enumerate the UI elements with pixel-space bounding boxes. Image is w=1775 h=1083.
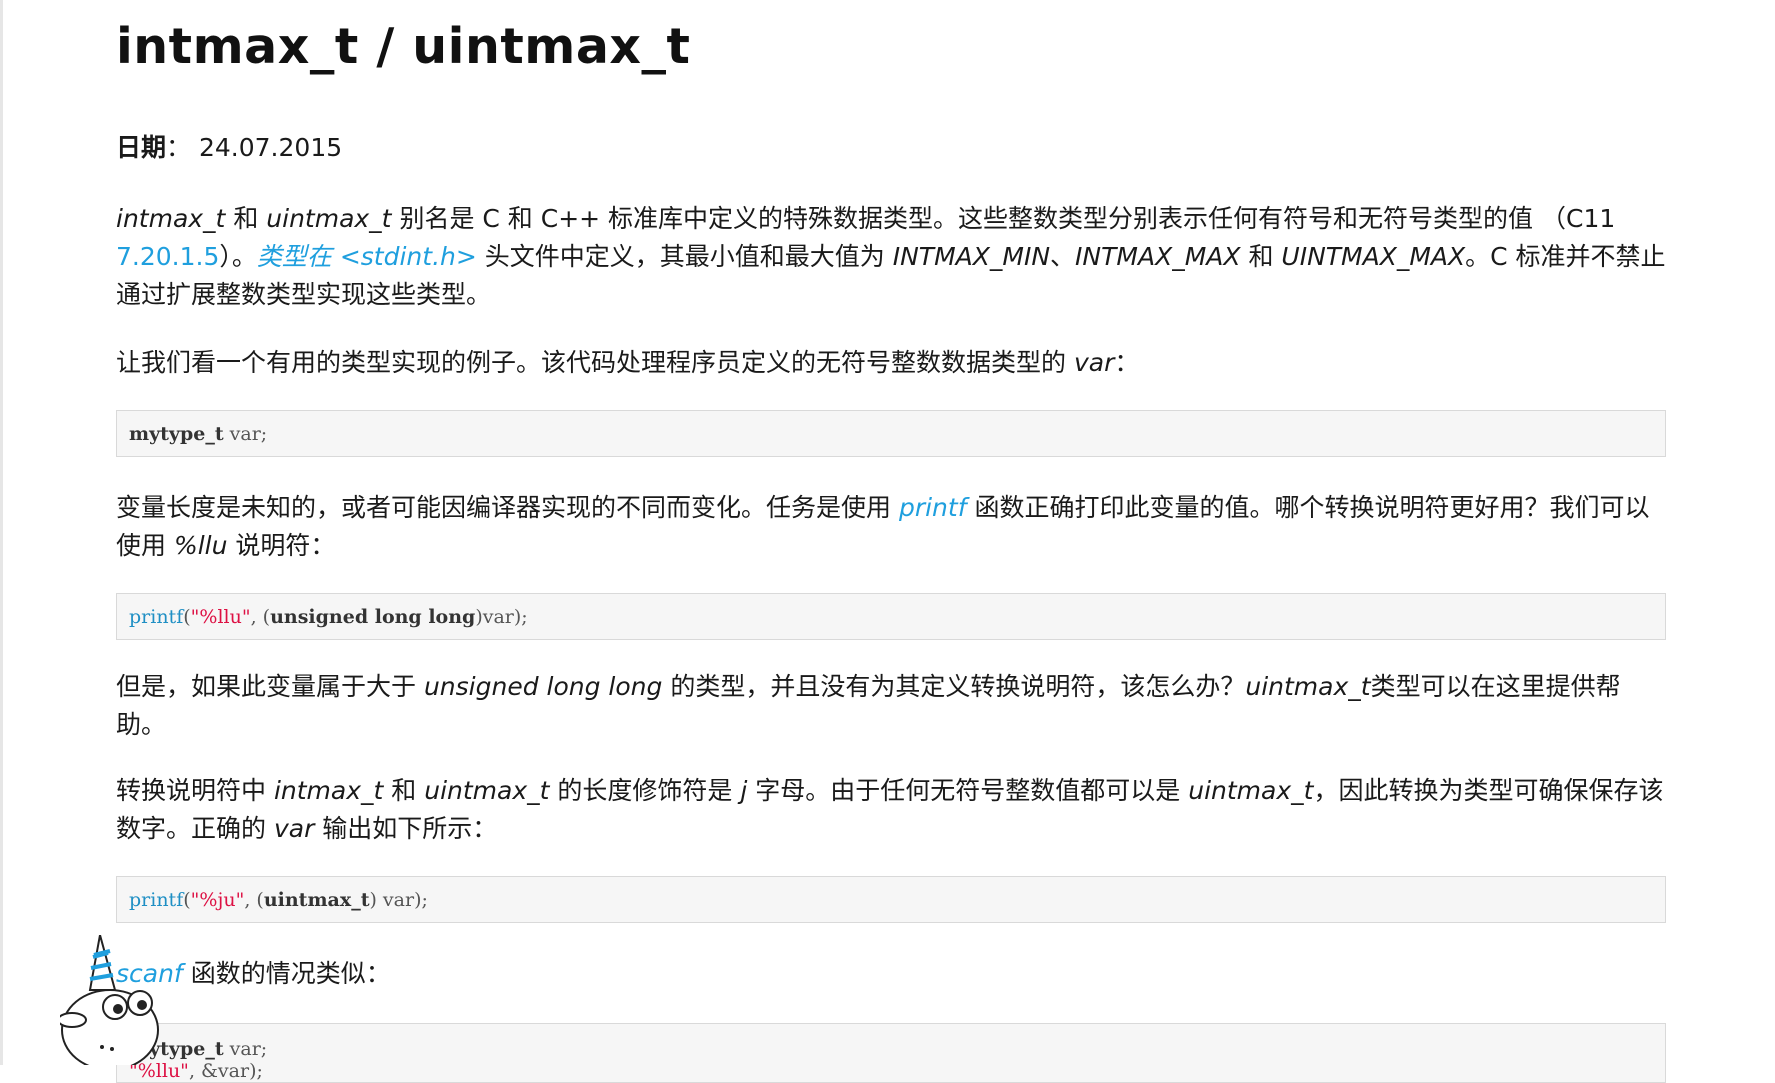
date-sep: ：: [166, 133, 192, 162]
code-text: var;: [223, 423, 268, 445]
left-border: [0, 0, 3, 1065]
code-line-1: mytype_t var;: [129, 1038, 1653, 1060]
term-intmax-max: INTMAX_MAX: [1075, 242, 1241, 271]
paragraph-example: 让我们看一个有用的类型实现的例子。该代码处理程序员定义的无符号整数数据类型的 v…: [116, 344, 1666, 382]
stdint-link[interactable]: 类型在 <stdint.h>: [257, 242, 477, 271]
paragraph-intro: intmax_t 和 uintmax_t 别名是 C 和 C++ 标准库中定义的…: [116, 200, 1666, 314]
text: 字母。由于任何无符号整数值都可以是: [747, 776, 1189, 805]
text: 的类型，并且没有为其定义转换说明符，该怎么办？: [662, 672, 1246, 701]
term-var: var: [1073, 348, 1115, 377]
code-keyword: uintmax_t: [263, 889, 370, 911]
term-intmax: intmax_t: [273, 776, 384, 805]
code-block-2: printf("%llu", (unsigned long long)var);: [116, 593, 1666, 640]
text: ）。: [219, 242, 257, 271]
term-uintmax: uintmax_t: [266, 204, 392, 233]
code-string: "%llu": [190, 606, 251, 628]
term-uintmax: uintmax_t: [1245, 672, 1371, 701]
unicorn-mascot-icon: [57, 934, 159, 1071]
page-title: intmax_t / uintmax_t: [116, 18, 691, 75]
code-string: "%ju": [190, 889, 245, 911]
code-text: , (: [244, 889, 264, 911]
printf-link[interactable]: printf: [899, 493, 967, 522]
code-block-1: mytype_t var;: [116, 410, 1666, 457]
text: 和: [1240, 242, 1282, 271]
date-value: 24.07.2015: [198, 133, 343, 162]
c11-reference-link[interactable]: 7.20.1.5: [116, 242, 219, 271]
article: intmax_t / uintmax_t 日期： 24.07.2015 intm…: [116, 0, 1666, 1083]
text: 让我们看一个有用的类型实现的例子。该代码处理程序员定义的无符号整数数据类型的: [116, 348, 1074, 377]
text: 、: [1050, 242, 1076, 271]
unicorn-mascot-icon[interactable]: [57, 934, 190, 1071]
paragraph-but: 但是，如果此变量属于大于 unsigned long long 的类型，并且没有…: [116, 668, 1666, 744]
term-var: var: [273, 814, 315, 843]
paragraph-printf: 变量长度是未知的，或者可能因编译器实现的不同而变化。任务是使用 printf 函…: [116, 489, 1666, 565]
text: 输出如下所示：: [314, 814, 498, 843]
term-intmax-min: INTMAX_MIN: [892, 242, 1051, 271]
code-text: , &var);: [188, 1060, 263, 1082]
code-keyword: mytype_t: [129, 423, 224, 445]
text: 的长度修饰符是: [549, 776, 741, 805]
text: 函数的情况类似：: [182, 959, 391, 988]
code-function: printf: [129, 606, 184, 628]
code-text: var;: [223, 1038, 268, 1060]
text: 转换说明符中: [116, 776, 274, 805]
text: 但是，如果此变量属于大于: [116, 672, 424, 701]
date-line: 日期： 24.07.2015: [116, 131, 1666, 165]
code-text: )var);: [475, 606, 528, 628]
paragraph-scanf: scanf 函数的情况类似：: [116, 955, 1666, 993]
code-block-4: mytype_t var; "%llu", &var);: [116, 1023, 1666, 1083]
text: 头文件中定义，其最小值和最大值为: [476, 242, 893, 271]
code-text: (: [183, 606, 191, 628]
term-uintmax-max: UINTMAX_MAX: [1281, 242, 1466, 271]
text: 和: [225, 204, 267, 233]
term-uintmax: uintmax_t: [1188, 776, 1314, 805]
code-keyword: unsigned long long: [270, 606, 476, 628]
code-block-3: printf("%ju", (uintmax_t) var);: [116, 876, 1666, 923]
code-text: ) var);: [369, 889, 428, 911]
text: 变量长度是未知的，或者可能因编译器实现的不同而变化。任务是使用: [116, 493, 899, 522]
paragraph-specifier: 转换说明符中 intmax_t 和 uintmax_t 的长度修饰符是 j 字母…: [116, 772, 1666, 848]
text: 和: [383, 776, 425, 805]
term-uintmax: uintmax_t: [424, 776, 550, 805]
code-function: printf: [129, 889, 184, 911]
code-text: , (: [250, 606, 271, 628]
code-text: (: [183, 889, 191, 911]
text: ：: [1114, 348, 1140, 377]
code-line-2: "%llu", &var);: [129, 1060, 1653, 1082]
term-llu: %llu: [173, 531, 228, 560]
term-ull: unsigned long long: [423, 672, 663, 701]
text: 说明符：: [227, 531, 336, 560]
text: 别名是 C 和 C++ 标准库中定义的特殊数据类型。这些整数类型分别表示任何有符…: [391, 204, 1616, 233]
term-intmax: intmax_t: [116, 204, 226, 233]
date-label: 日期: [116, 133, 167, 162]
